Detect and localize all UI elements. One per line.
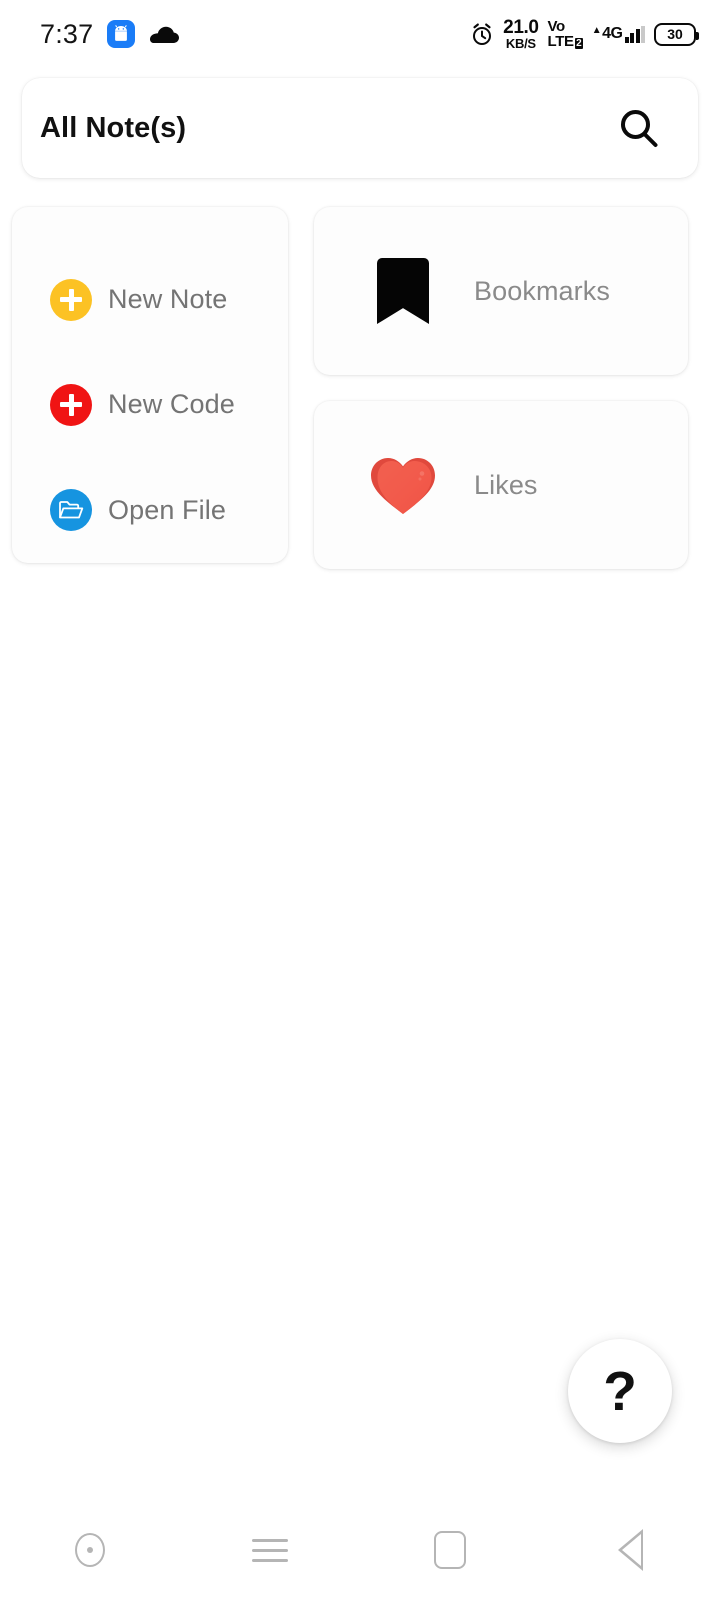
volte-top-text: Vo (547, 18, 566, 35)
alarm-clock-icon (470, 22, 494, 47)
help-fab[interactable]: ? (568, 1339, 672, 1443)
volte-bottom: LTE 2 (548, 34, 583, 49)
status-bar-right: 21.0 KB/S Vo LTE 2 ▲▼ 4G 30 (470, 17, 699, 51)
question-mark-icon: ? (603, 1359, 637, 1422)
volte-sim-number: 2 (574, 38, 583, 49)
network-type-text: 4G (602, 24, 623, 42)
open-folder-icon (50, 489, 92, 532)
network-speed-indicator: 21.0 KB/S (503, 17, 539, 51)
plus-icon (50, 383, 92, 426)
bookmarks-card[interactable]: Bookmarks (314, 207, 688, 375)
quick-actions-card: New Note New Code Open File (12, 207, 288, 563)
action-new-code[interactable]: New Code (12, 352, 288, 457)
page-title: All Note(s) (40, 111, 187, 144)
signal-bars-icon (624, 25, 645, 43)
status-time: 7:37 (40, 18, 94, 49)
circle-dot-icon (75, 1533, 105, 1567)
cloud-icon (149, 23, 180, 45)
action-open-file[interactable]: Open File (12, 458, 288, 563)
system-navigation-bar (0, 1500, 720, 1600)
network-speed-value: 21.0 (503, 17, 539, 38)
signal-indicator: ▲▼ 4G (591, 24, 645, 43)
status-bar: 7:37 21.0 KB/S Vo LTE 2 ▲ 4G 30 (0, 0, 720, 68)
nav-menu-button[interactable] (180, 1500, 360, 1600)
title-search-bar[interactable]: All Note(s) (22, 78, 698, 178)
action-new-note-label: New Note (108, 284, 228, 315)
hamburger-menu-icon (252, 1538, 288, 1562)
tiles-column: Bookmarks Likes (314, 207, 688, 569)
app-screen: 7:37 21.0 KB/S Vo LTE 2 ▲ 4G 30 All Note… (0, 0, 720, 1600)
content-grid: New Note New Code Open File Bookmarks Li… (12, 207, 708, 569)
nav-back-button[interactable] (540, 1500, 720, 1600)
likes-card[interactable]: Likes (314, 401, 688, 569)
network-type-label: ▲▼ 4G (591, 24, 623, 43)
status-bar-left: 7:37 (40, 18, 180, 50)
square-home-icon (434, 1531, 466, 1569)
bookmark-icon (348, 258, 458, 324)
android-robot-icon (107, 20, 136, 48)
action-new-code-label: New Code (108, 389, 235, 420)
battery-level: 30 (667, 26, 683, 42)
volte-bottom-text: LTE (547, 33, 574, 50)
search-icon[interactable] (616, 105, 662, 151)
data-arrows-icon: ▲▼ (591, 24, 602, 36)
bookmarks-label: Bookmarks (474, 275, 610, 306)
network-speed-unit: KB/S (505, 36, 536, 51)
back-triangle-icon (617, 1529, 643, 1571)
actions-column: New Note New Code Open File (12, 207, 288, 569)
nav-home-button[interactable] (360, 1500, 540, 1600)
likes-label: Likes (474, 469, 538, 500)
battery-indicator: 30 (654, 22, 699, 46)
volte-indicator: Vo LTE 2 (548, 19, 583, 49)
heart-icon (348, 453, 458, 517)
nav-screen-record-button[interactable] (0, 1500, 180, 1600)
action-new-note[interactable]: New Note (12, 247, 288, 352)
plus-icon (50, 278, 92, 321)
action-open-file-label: Open File (108, 494, 226, 525)
